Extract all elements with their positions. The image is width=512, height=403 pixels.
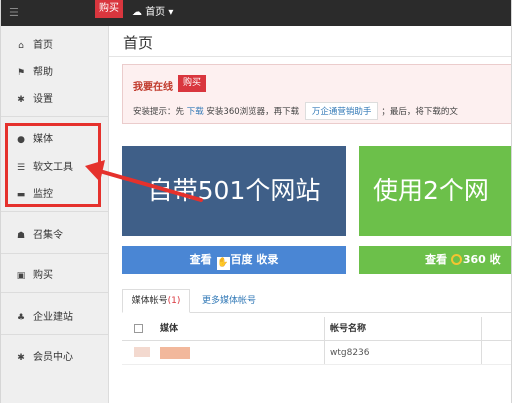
annotation-arrow-icon [85,160,203,202]
app-window: ☰ 购买 ☁ 首页 ▾ ⌂ 首页 ⚑ 帮助 ✱ 设置 ● 媒体 ☰ 软文工具 ▬… [0,0,512,403]
